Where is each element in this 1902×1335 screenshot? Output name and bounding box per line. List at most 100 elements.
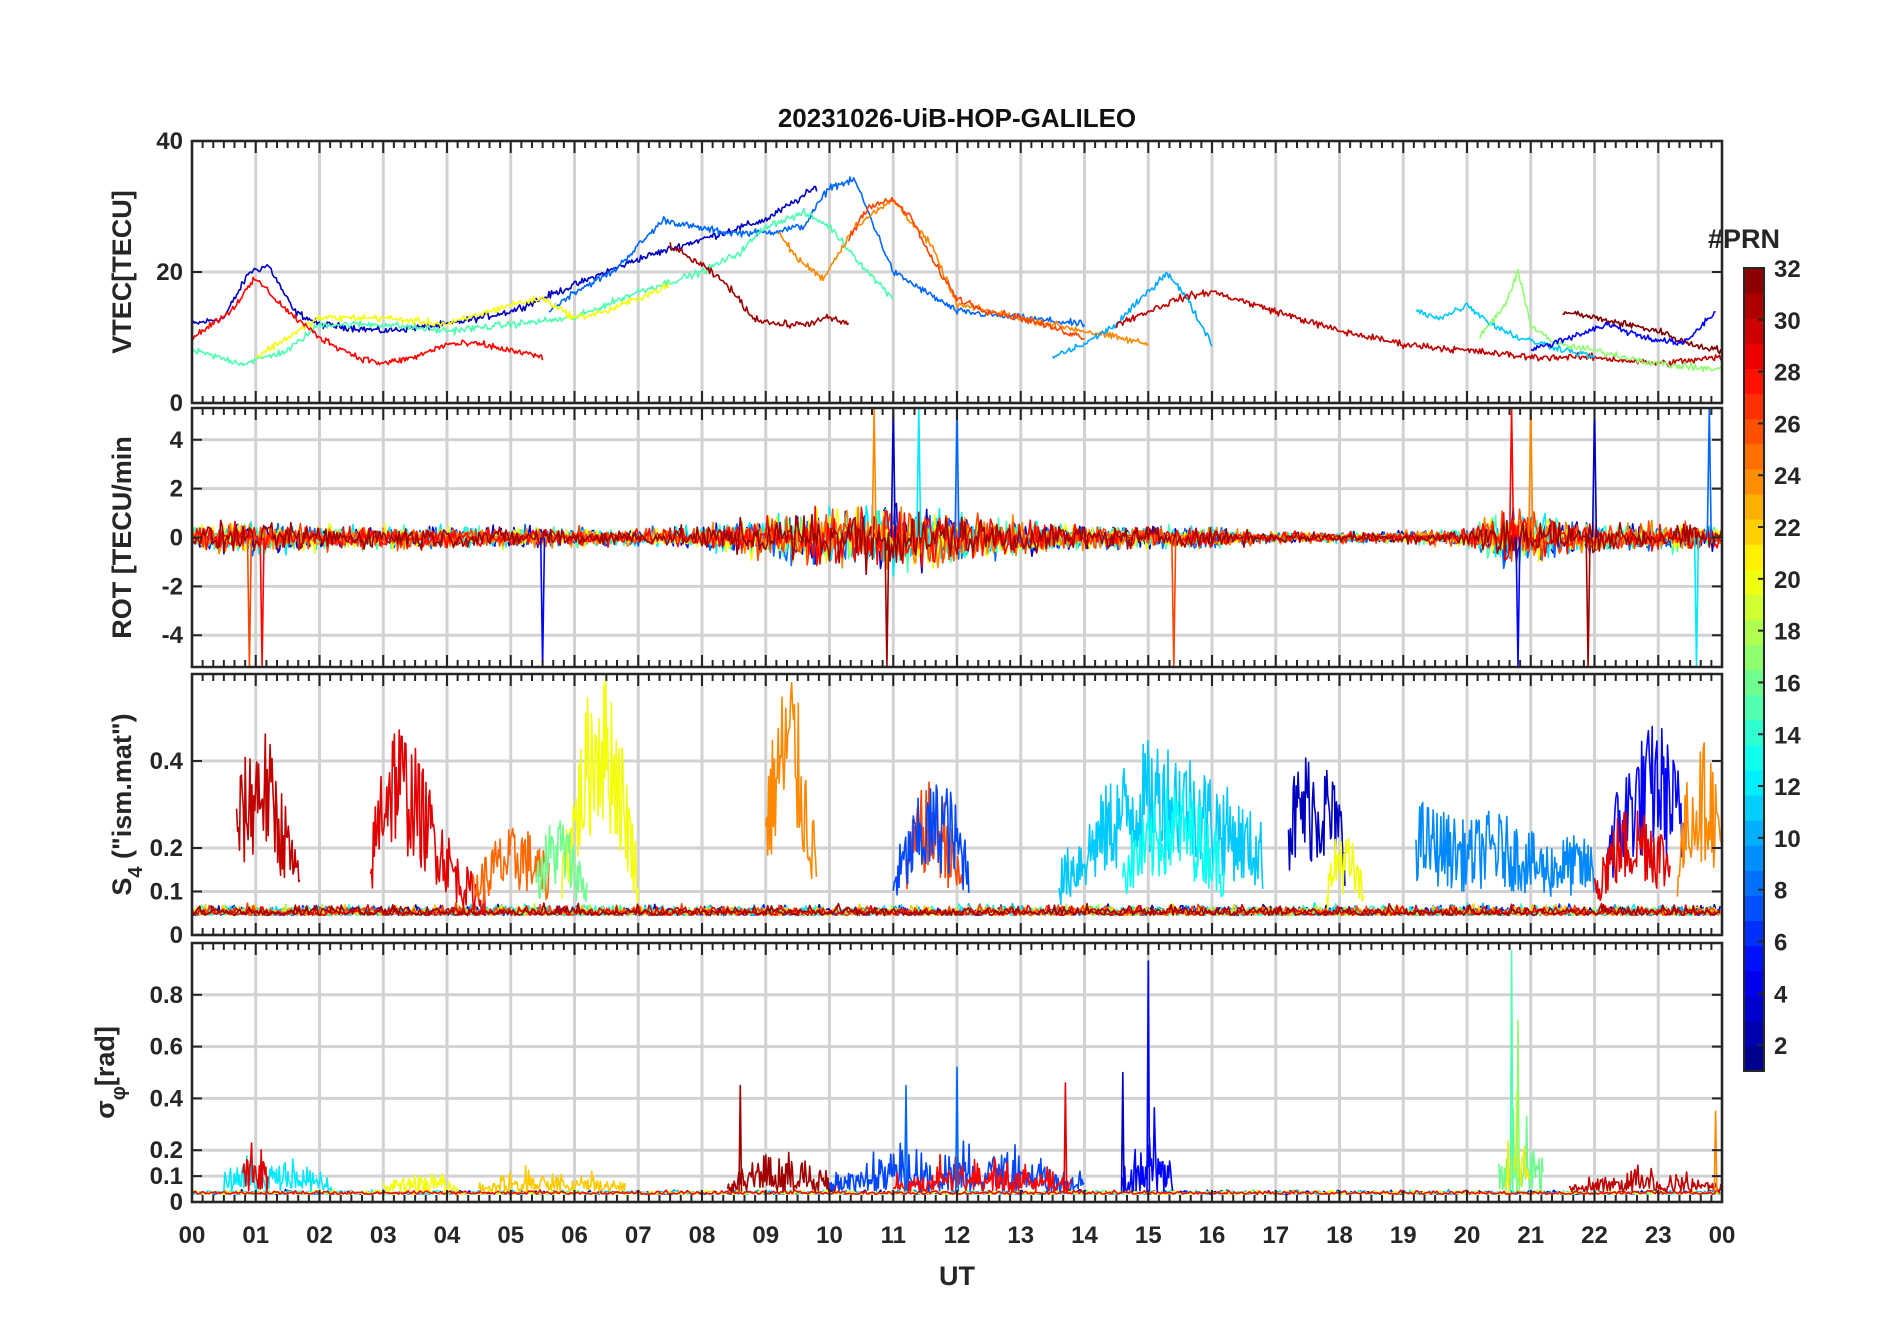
x-tick-label: 10 [816,1222,843,1249]
colorbar-tick-label: 32 [1774,256,1801,283]
colorbar-swatch [1744,418,1764,445]
y-axis-label-vtec: VTEC[TECU] [107,190,137,354]
y-axis-label-s4: S4 ("ism.mat") [107,713,147,895]
colorbar-swatch [1744,544,1764,570]
colorbar-tick-label: 6 [1774,929,1787,956]
colorbar-swatch [1744,719,1764,746]
x-tick-label: 09 [752,1222,779,1249]
x-tick-label: 00 [1709,1222,1736,1249]
vtec-trace-prn-20 [255,283,671,359]
x-tick-label: 17 [1262,1222,1289,1249]
x-tick-label: 22 [1581,1222,1608,1249]
colorbar-swatch [1744,619,1764,646]
x-tick-label: 13 [1007,1222,1034,1249]
colorbar-tick-label: 18 [1774,619,1801,646]
x-tick-label: 16 [1199,1222,1226,1249]
y-tick-label: 0.4 [150,1085,184,1112]
colorbar-swatch [1744,769,1764,796]
figure: 20231026-UiB-HOP-GALILEO UT 0 20 40 VTEC[TE… [0,0,1902,1330]
colorbar-swatch [1744,594,1764,620]
rot-spike [1515,537,1521,667]
y-axis-label-subscript: φ [108,1086,130,1100]
colorbar-swatch [1744,393,1764,420]
y-axis-label-suffix: ("ism.mat") [107,713,137,866]
colorbar-swatch [1744,794,1764,821]
colorbar-tick-label: 4 [1774,981,1788,1008]
chart-svg: 20231026-UiB-HOP-GALILEO UT 02040VTEC[TE… [90,103,1801,1291]
y-axis-label-rot: ROT [TECU/min [107,436,137,639]
x-tick-label: 05 [497,1222,524,1249]
colorbar-tick-label: 26 [1774,411,1801,438]
y-tick-label: 0.8 [150,982,183,1009]
x-tick-label: 18 [1326,1222,1353,1249]
colorbar-tick-label: 20 [1774,567,1801,594]
rot-spike [246,537,253,667]
colorbar-swatch [1744,443,1764,470]
x-tick-label: 21 [1517,1222,1544,1249]
sigma-burst-prn-31 [726,1151,843,1193]
x-tick-label: 00 [179,1222,206,1249]
x-tick-label: 06 [561,1222,588,1249]
x-tick-label: 02 [306,1222,333,1249]
y-tick-label: 0.4 [150,748,184,775]
vtec-trace-prn-8 [548,176,1086,328]
colorbar-swatch [1744,945,1764,972]
s4-trace-prn-29 [369,729,486,916]
rot-spike [1706,408,1712,538]
x-tick-label: 03 [370,1222,397,1249]
x-tick-label: 20 [1454,1222,1481,1249]
colorbar-swatch [1744,569,1764,595]
colorbar-tick-label: 22 [1774,515,1801,542]
y-axis-label-main: σ [90,1100,120,1118]
y-axis-label-main: S [107,878,137,896]
colorbar-swatch [1744,343,1764,369]
y-tick-label: 0 [170,390,183,417]
panel-rot: -4 -2 0 2 4 ROT [TECU/min [107,406,1724,669]
colorbar-swatch [1744,468,1764,495]
figure-title: 20231026-UiB-HOP-GALILEO [778,103,1136,133]
vtec-trace-prn-15 [192,207,894,367]
rot-spike [1585,537,1591,667]
sigma-burst-prn-30 [1568,1164,1722,1193]
colorbar-swatch [1744,518,1764,545]
rot-spike [1171,537,1177,667]
panel-s4: 0 0.1 0.2 0.4S4 ("ism.mat") [107,672,1724,949]
s4-trace-prn-30 [235,733,301,883]
colorbar-swatch [1744,318,1764,344]
x-tick-label: 11 [881,1222,906,1249]
colorbar-swatch [1744,268,1764,294]
sigma-burst-prn-12 [223,1155,333,1193]
colorbar-tick-label: 28 [1774,360,1801,387]
y-tick-label: 2 [170,476,183,503]
x-tick-label: 01 [242,1222,269,1249]
rot-spike [1693,537,1700,667]
panels: 02040VTEC[TECU]-4-2024ROT [TECU/min00.10… [90,128,1724,1216]
colorbar-tick-label: 16 [1774,670,1801,697]
vtec-trace-prn-28 [192,276,544,366]
colorbar-swatch [1744,293,1764,319]
colorbar-swatch [1744,1045,1764,1072]
colorbar-swatch [1744,820,1764,846]
s4-trace-prn-9 [1415,801,1595,897]
panel-vtec: 0 20 40 VTEC[TECU] [107,128,1724,417]
x-tick-label: 08 [689,1222,716,1249]
y-tick-label: 0.6 [150,1034,183,1061]
colorbar-swatch [1744,694,1764,721]
x-tick-label: 19 [1390,1222,1417,1249]
y-tick-label: 0.2 [150,835,183,862]
s4-trace-prn-11 [1058,739,1264,906]
x-tick-label: 12 [944,1222,971,1249]
x-tick-label: 07 [625,1222,652,1249]
panel-sigmaphi: 00.10.2 0.4 0.6 0.8 σφ[rad] [90,941,1724,1216]
y-axis-label-main: VTEC[TECU] [107,190,137,354]
colorbar-swatch [1744,1020,1764,1047]
y-tick-label: -4 [162,622,184,649]
colorbar-tick-label: 14 [1774,722,1801,749]
y-tick-label: 4 [170,427,184,454]
y-axis-label-suffix: [rad] [90,1026,120,1086]
x-tick-label: 14 [1071,1222,1098,1249]
x-axis-label: UT [939,1261,975,1291]
y-axis-label-sigmaphi: σφ[rad] [90,1026,130,1119]
y-tick-label: 0.1 [150,879,183,906]
colorbar-tick-label: 24 [1774,463,1801,490]
